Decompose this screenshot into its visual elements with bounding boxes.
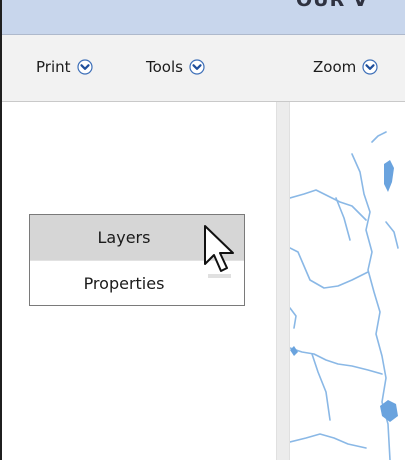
river-map (289, 131, 399, 460)
menu-item-label: Layers (97, 228, 151, 247)
river-top-stub (371, 131, 387, 143)
arrow-pointer-icon (204, 225, 234, 278)
window-border (0, 0, 2, 460)
river-stub (289, 307, 297, 329)
app-window: OUR V Print Tools Zoom Layers Properties (0, 0, 405, 460)
river-tributary-upper (289, 189, 367, 221)
chevron-down-circle-icon (362, 59, 378, 75)
menu-item-label: Properties (83, 274, 165, 293)
river-branch-lower (311, 353, 331, 421)
map-view[interactable] (289, 102, 405, 460)
title-bar: OUR V (0, 0, 405, 35)
river-tributary-bottom (289, 433, 367, 449)
toolbar: Print Tools Zoom (0, 35, 405, 102)
panel-splitter[interactable] (276, 102, 290, 460)
river-tributary-middle (289, 247, 369, 289)
river-tributary-lower (289, 347, 383, 375)
zoom-menu-button[interactable]: Zoom (313, 57, 378, 77)
tools-menu-label: Tools (146, 58, 183, 76)
chevron-down-circle-icon (189, 59, 205, 75)
zoom-menu-label: Zoom (313, 58, 357, 76)
river-right-stub (385, 221, 399, 249)
print-menu-button[interactable]: Print (36, 57, 93, 77)
lake-shape (384, 160, 394, 192)
print-menu-label: Print (36, 58, 71, 76)
chevron-down-circle-icon (76, 59, 93, 75)
window-title: OUR V (296, 0, 369, 11)
tools-menu-button[interactable]: Tools (146, 57, 205, 77)
lake-shape-left (290, 346, 298, 356)
